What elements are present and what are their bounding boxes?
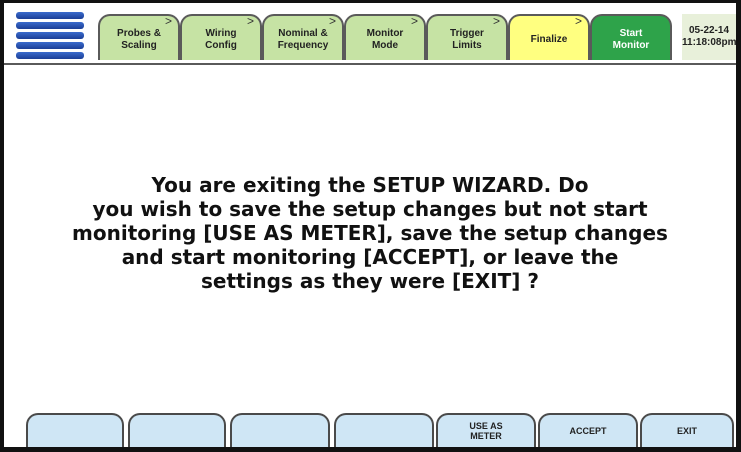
tab-label: Start Monitor bbox=[612, 28, 650, 51]
chevron-right-icon: > bbox=[574, 14, 582, 28]
chevron-right-icon: > bbox=[492, 14, 500, 28]
date-label: 05-22-14 bbox=[688, 25, 730, 36]
tab-label: Nominal & Frequency bbox=[277, 28, 329, 51]
tab-label: Probes & Scaling bbox=[117, 28, 161, 51]
chevron-right-icon: > bbox=[164, 14, 172, 28]
time-label: 11:18:08pm bbox=[682, 37, 737, 48]
softkey-3[interactable] bbox=[230, 413, 330, 447]
tab-label: Finalize bbox=[530, 34, 568, 45]
chevron-right-icon: > bbox=[410, 14, 418, 28]
tab-nominal-frequency[interactable]: > Nominal & Frequency bbox=[262, 14, 344, 60]
header-divider bbox=[4, 63, 736, 65]
exit-wizard-message: You are exiting the SETUP WIZARD. Do you… bbox=[72, 173, 668, 293]
softkey-4[interactable] bbox=[334, 413, 434, 447]
tab-finalize[interactable]: > Finalize bbox=[508, 14, 590, 60]
tab-trigger-limits[interactable]: > Trigger Limits bbox=[426, 14, 508, 60]
tab-wiring-config[interactable]: > Wiring Config bbox=[180, 14, 262, 60]
tab-label: Wiring Config bbox=[205, 28, 237, 51]
tab-label: Monitor Mode bbox=[366, 28, 404, 51]
use-as-meter-button[interactable]: USE AS METER bbox=[436, 413, 536, 447]
exit-button[interactable]: EXIT bbox=[640, 413, 734, 447]
tab-probes-scaling[interactable]: > Probes & Scaling bbox=[98, 14, 180, 60]
chevron-right-icon: > bbox=[246, 14, 254, 28]
accept-button[interactable]: ACCEPT bbox=[538, 413, 638, 447]
softkey-2[interactable] bbox=[128, 413, 226, 447]
menu-logo-icon[interactable] bbox=[16, 12, 84, 62]
softkey-1[interactable] bbox=[26, 413, 124, 447]
tab-start-monitor[interactable]: Start Monitor bbox=[590, 14, 672, 60]
chevron-right-icon: > bbox=[328, 14, 336, 28]
tab-monitor-mode[interactable]: > Monitor Mode bbox=[344, 14, 426, 60]
date-time-display: 05-22-14 11:18:08pm bbox=[682, 14, 736, 60]
tab-label: Trigger Limits bbox=[450, 28, 484, 51]
